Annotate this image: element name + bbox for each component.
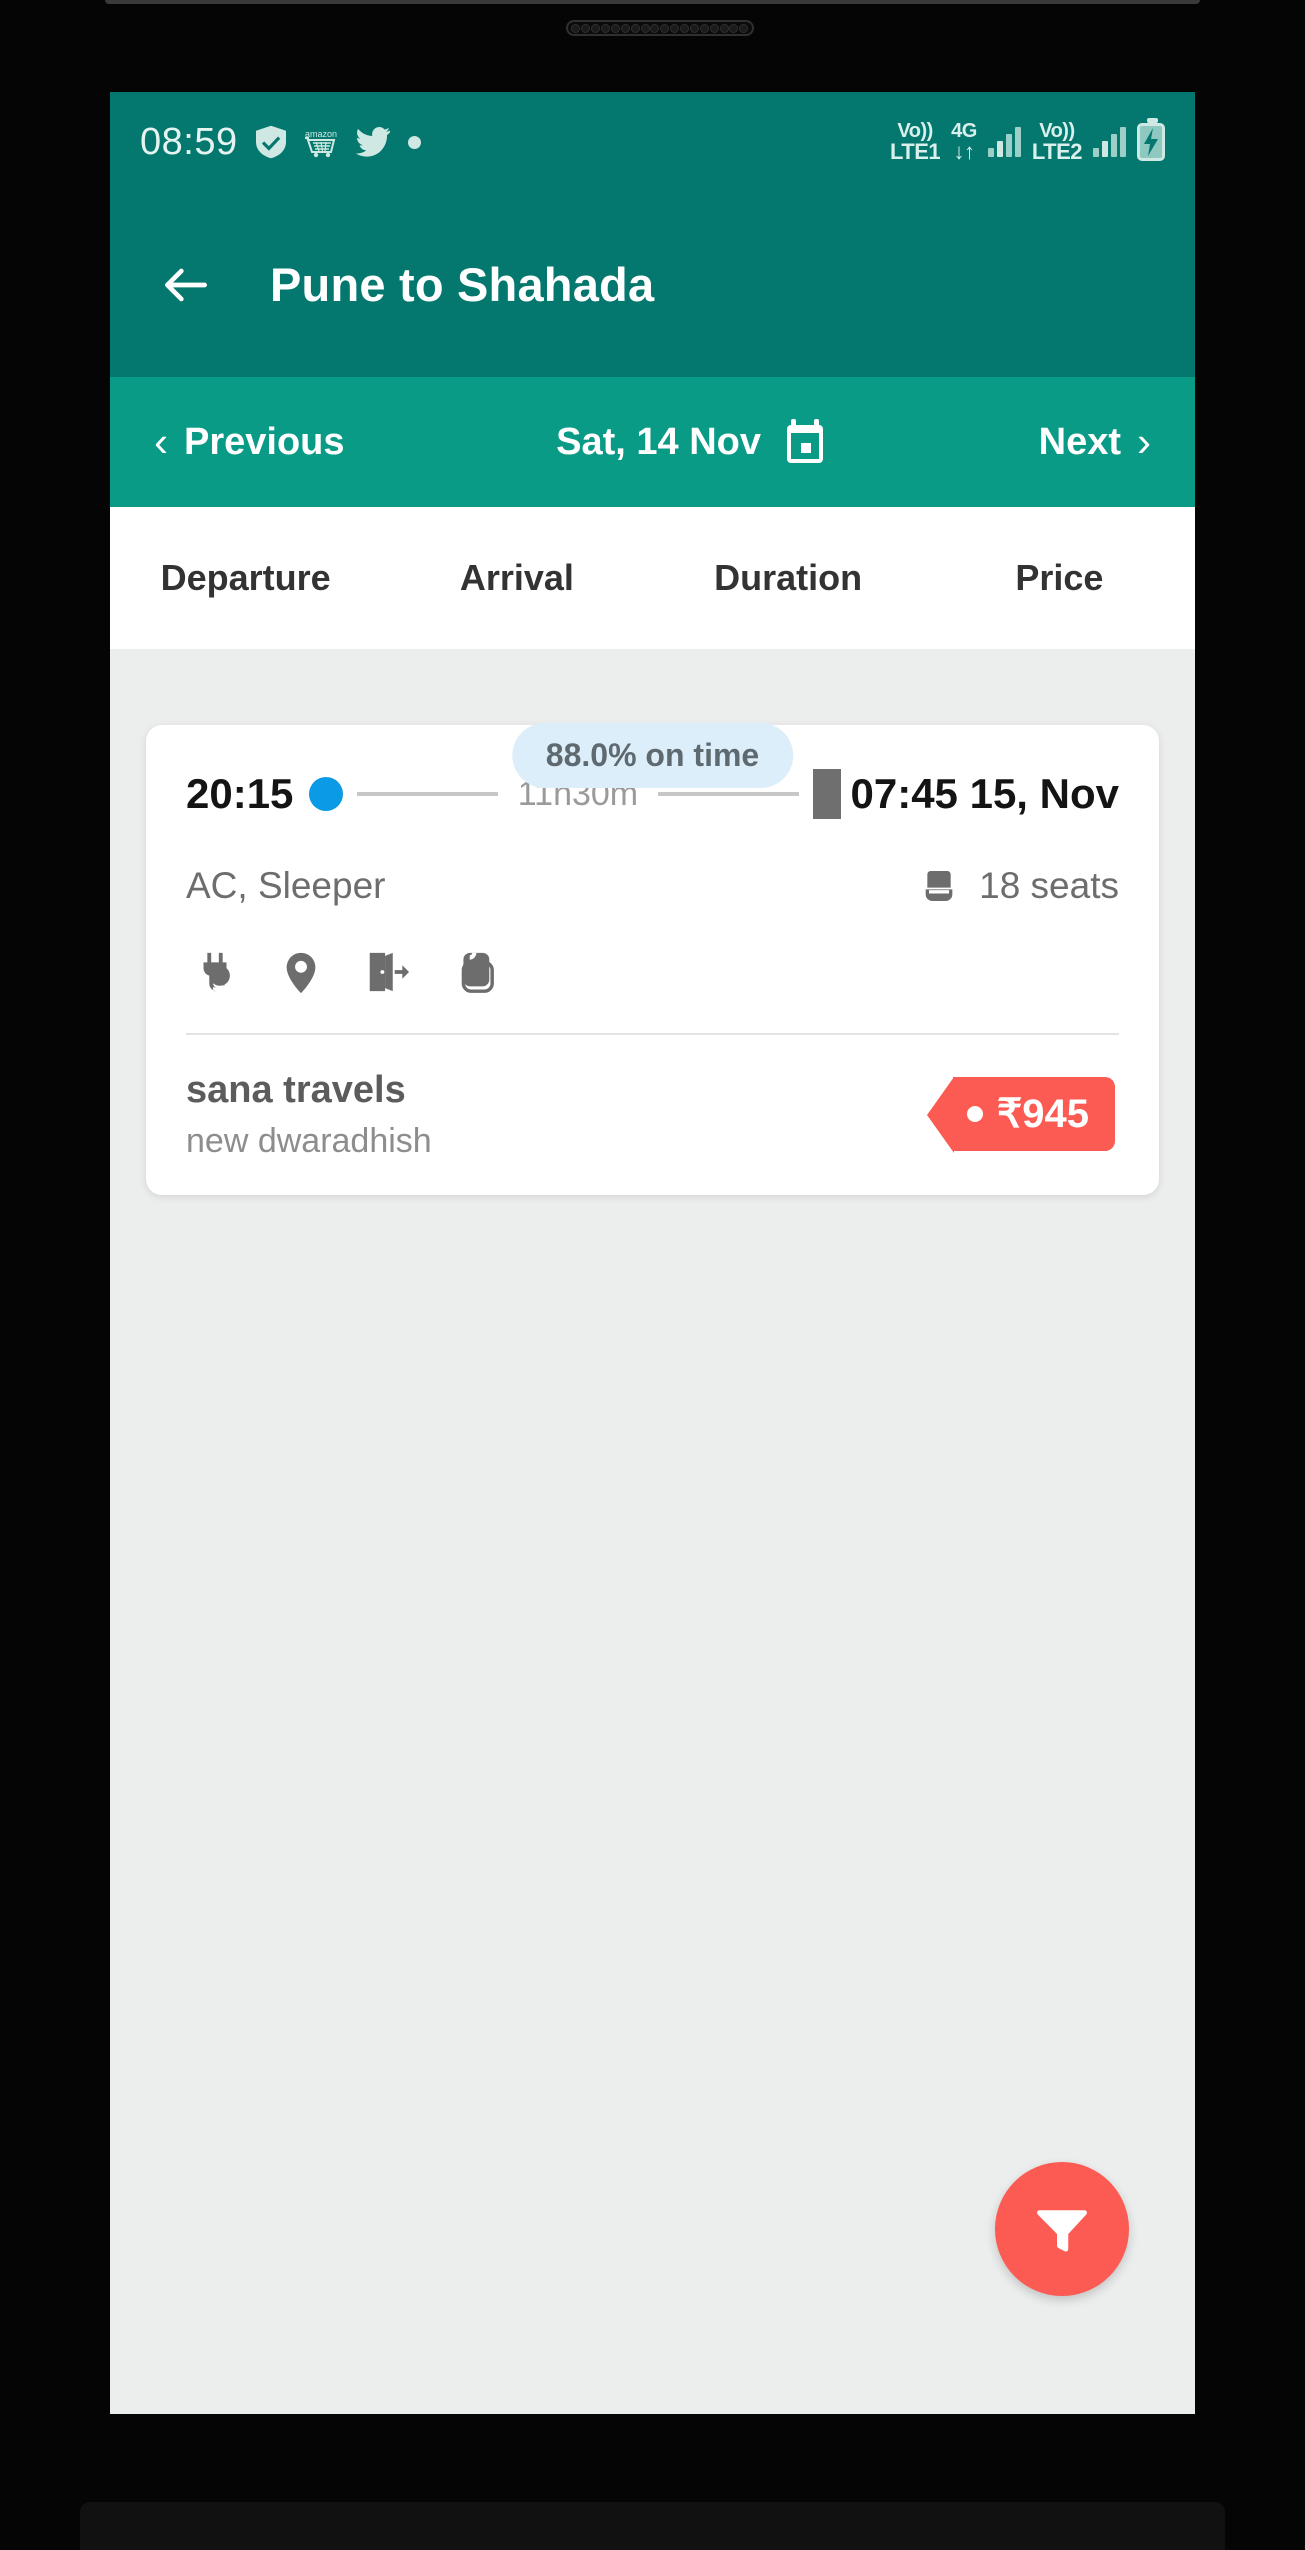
sim2-lte-label: LTE2 [1031,139,1083,164]
amazon-cart-icon: amazon [304,125,338,159]
status-clock: 08:59 [140,120,238,163]
phone-device: 08:59 amazon Vo)) LTE1 4G ↓↑ Vo)) LTE2 P… [0,0,1305,2550]
arrival-square-icon [812,769,841,819]
bus-class-label: AC, Sleeper [186,865,386,906]
sim1-volte-label: Vo)) [897,120,933,142]
phone-screen: 08:59 amazon Vo)) LTE1 4G ↓↑ Vo)) LTE2 P… [110,92,1195,2414]
chevron-right-icon: › [1137,418,1151,465]
status-bar-right: Vo)) LTE1 4G ↓↑ Vo)) LTE2 [890,118,1165,164]
blanket-icon [450,949,496,995]
tab-departure[interactable]: Departure [110,557,381,599]
operator-row: sana travels new dwaradhish ₹945 [186,1069,1119,1161]
charging-point-icon [192,949,238,995]
svg-text:amazon: amazon [305,129,337,139]
next-day-button[interactable]: Next › [1039,421,1151,464]
status-bar-left: 08:59 amazon [140,121,890,164]
sim2-network-label: Vo)) LTE2 [1031,120,1083,164]
operator-block: sana travels new dwaradhish [186,1069,432,1161]
data-activity-arrows-icon: ↓↑ [953,139,976,164]
departure-time: 20:15 [186,770,294,817]
status-bar: 08:59 amazon Vo)) LTE1 4G ↓↑ Vo)) LTE2 [110,92,1195,192]
bus-result-card[interactable]: 20:15 11h30m 07:45 15, Nov AC, Sleeper 1… [146,725,1159,1195]
selected-date-label: Sat, 14 Nov [556,420,762,463]
app-bar: Pune to Shahada [110,192,1195,377]
dot-icon [407,135,421,149]
filter-funnel-icon [1032,2199,1092,2259]
sim2-volte-label: Vo)) [1039,120,1075,142]
previous-day-button[interactable]: ‹ Previous [154,421,345,464]
chevron-left-icon: ‹ [154,418,168,465]
bus-class-row: AC, Sleeper 18 seats [186,865,1119,907]
price-tag-hole-icon [966,1106,983,1122]
tab-price[interactable]: Price [924,557,1195,599]
data-network-label: 4G ↓↑ [951,121,977,163]
boarding-exit-icon [364,949,410,995]
tab-duration[interactable]: Duration [653,557,924,599]
amenities-row [186,949,1119,995]
previous-day-label: Previous [184,420,345,463]
sim1-network-label: Vo)) LTE1 [890,120,941,164]
sim2-signal-bars-icon [1093,127,1126,157]
price-label: ₹945 [996,1092,1089,1136]
tab-arrival[interactable]: Arrival [381,557,652,599]
battery-charging-icon [1137,118,1165,161]
operator-bus-name: new dwaradhish [186,1122,432,1160]
next-day-label: Next [1038,420,1121,463]
operator-name: sana travels [186,1069,406,1111]
bus-result-item[interactable]: 88.0% on time 20:15 11h30m 07:45 15, Nov… [146,723,1159,1195]
data-type-label: 4G [951,120,977,142]
journey-line-left [357,792,498,796]
shield-check-icon [255,125,286,159]
journey-line-right [658,792,799,796]
live-tracking-icon [278,949,324,995]
sim1-signal-bars-icon [987,127,1021,157]
device-top-bezel [105,0,1200,4]
earpiece-speaker [566,20,754,36]
seat-icon [919,866,959,906]
date-navigation-bar: ‹ Previous Sat, 14 Nov Next › [110,377,1195,507]
seats-available: 18 seats [919,865,1119,907]
back-arrow-icon[interactable] [158,257,214,313]
results-list: 88.0% on time 20:15 11h30m 07:45 15, Nov… [110,649,1195,2414]
date-picker-button[interactable]: Sat, 14 Nov [556,419,827,465]
seats-label: 18 seats [979,865,1119,906]
device-bottom-bezel [80,2502,1225,2550]
sim1-lte-label: LTE1 [890,139,941,164]
page-title: Pune to Shahada [270,258,655,311]
arrival-time: 07:45 15, Nov [850,770,1120,817]
twitter-bird-icon [355,127,391,157]
ontime-badge: 88.0% on time [511,723,794,788]
departure-dot-icon [309,777,344,811]
card-divider [186,1033,1119,1035]
sort-tabs: Departure Arrival Duration Price [110,507,1195,649]
price-tag[interactable]: ₹945 [926,1077,1115,1153]
calendar-icon [783,419,827,465]
filter-fab-button[interactable] [995,2162,1129,2296]
